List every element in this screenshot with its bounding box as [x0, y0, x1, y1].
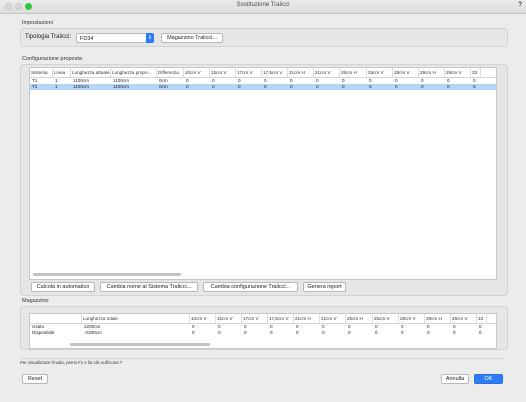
config-row[interactable]: T2 1 1100cm 1100cm 0cm 0 0 0 0 0 0 0 0 0 0 0 0	[30, 84, 496, 90]
warehouse-cell: 0	[401, 330, 404, 335]
config-column-header[interactable]: 17cm V	[236, 68, 262, 77]
rename-system-button[interactable]: Cambia nome al Sistema Tralicci...	[100, 282, 198, 292]
warehouse-cell: 0	[479, 330, 482, 335]
warehouse-column-header[interactable]: 33	[477, 314, 487, 323]
config-cell: 0	[421, 84, 424, 89]
config-column-header[interactable]: Differenza	[157, 68, 184, 77]
config-column-header[interactable]: 25cm H	[340, 68, 367, 77]
window-title: Sostituzione Tralicci	[236, 2, 290, 8]
change-config-button[interactable]: Cambia configurazione Tralicci...	[203, 282, 298, 292]
generate-report-button[interactable]: Genera report	[303, 282, 346, 292]
warehouse-column-header[interactable]: 29cm H	[425, 314, 451, 323]
chevron-updown-icon: ⇕	[146, 33, 154, 43]
config-column-header[interactable]: 29cm V	[445, 68, 471, 77]
warehouse-cell: 0	[427, 330, 430, 335]
reset-button[interactable]: Reset	[22, 374, 48, 384]
config-cell: T2	[32, 84, 38, 89]
warehouse-column-header[interactable]: 25cm V	[373, 314, 399, 323]
warehouse-column-header[interactable]: 21cm H	[294, 314, 320, 323]
config-column-header[interactable]: 21cm H	[288, 68, 314, 77]
warehouse-cell: 0	[218, 330, 221, 335]
config-column-header[interactable]: 25cm V	[367, 68, 393, 77]
warehouse-cell: 0	[270, 330, 273, 335]
warehouse-row[interactable]: Disponibile -2200cm 0 0 0 0 0 0 0 0 0 0 0 0	[30, 330, 496, 336]
config-section-label: Configurazione proposta	[22, 56, 82, 62]
warehouse-column-header[interactable]: 21cm V	[320, 314, 346, 323]
warehouse-cell: 0	[453, 330, 456, 335]
config-cell: 0	[212, 84, 215, 89]
warehouse-table[interactable]: Lunghezza totale 10cm V 15cm V 17cm V 17,5cm…	[29, 313, 497, 349]
config-column-header[interactable]: 21cm V	[314, 68, 340, 77]
config-cell: 0	[342, 84, 345, 89]
config-cell: 0	[369, 84, 372, 89]
warehouse-cell: Disponibile	[32, 330, 55, 335]
warehouse-cell: -2200cm	[84, 330, 102, 335]
config-column-header[interactable]: 33	[471, 68, 481, 77]
config-table-scrollbar[interactable]	[33, 273, 181, 276]
config-column-header[interactable]: 29cm H	[419, 68, 445, 77]
warehouse-cell: 0	[296, 330, 299, 335]
config-column-header[interactable]: Lunghezza propo...	[111, 68, 157, 77]
warehouse-column-header[interactable]: 10cm V	[190, 314, 216, 323]
config-cell: 1100cm	[113, 84, 130, 89]
window-titlebar: Sostituzione Tralicci ?	[0, 0, 526, 14]
config-cell: 0	[316, 84, 319, 89]
warehouse-section-label: Magazzino	[22, 298, 49, 304]
config-column-header[interactable]: 15cm V	[210, 68, 236, 77]
cancel-button[interactable]: Annulla	[441, 374, 469, 384]
config-cell: 1100cm	[73, 84, 90, 89]
settings-group: Tipologia Tralicci: FD34 ⇕ Magazzino Tra…	[20, 28, 508, 47]
config-cell: 0	[238, 84, 241, 89]
config-cell: 0	[290, 84, 293, 89]
type-label: Tipologia Tralicci:	[25, 34, 72, 40]
config-cell: 1	[55, 84, 58, 89]
config-column-header[interactable]: Lunghezza attuale	[71, 68, 111, 77]
type-select[interactable]: FD34 ⇕	[76, 33, 154, 43]
warehouse-column-header[interactable]: 17cm V	[242, 314, 268, 323]
warehouse-column-header[interactable]: 17,5cm V	[268, 314, 294, 323]
config-cell: 0	[395, 84, 398, 89]
warehouse-column-header[interactable]: 28cm V	[399, 314, 425, 323]
status-text: Per visualizzare l'inudo, premi F1 e fai…	[20, 358, 504, 367]
warehouse-table-scrollbar[interactable]	[70, 343, 210, 346]
warehouse-column-header[interactable]: Lunghezza totale	[82, 314, 190, 323]
ok-button[interactable]: OK	[474, 374, 503, 384]
warehouse-cell: 0	[322, 330, 325, 335]
config-table-header: Sistema Linea Lunghezza attuale Lunghezza p…	[30, 68, 496, 78]
warehouse-column-header[interactable]: 15cm V	[216, 314, 242, 323]
help-icon[interactable]: ?	[518, 2, 522, 8]
warehouse-cell: 0	[244, 330, 247, 335]
warehouse-group: Lunghezza totale 10cm V 15cm V 17cm V 17,5cm…	[20, 306, 508, 350]
config-table[interactable]: Sistema Linea Lunghezza attuale Lunghezza p…	[29, 67, 497, 280]
settings-section-label: Impostazioni	[22, 20, 53, 26]
warehouse-cell: 0	[348, 330, 351, 335]
auto-calculate-button[interactable]: Calcola in automatico	[31, 282, 95, 292]
warehouse-column-header[interactable]: 29cm V	[451, 314, 477, 323]
config-column-header[interactable]: Sistema	[30, 68, 53, 77]
config-column-header[interactable]: Linea	[53, 68, 71, 77]
warehouse-cell: 0	[375, 330, 378, 335]
warehouse-column-header[interactable]: 25cm H	[346, 314, 373, 323]
config-column-header[interactable]: 17,5cm V	[262, 68, 288, 77]
warehouse-column-header[interactable]	[30, 314, 82, 323]
type-select-value: FD34	[80, 36, 94, 42]
config-cell: 0	[447, 84, 450, 89]
config-cell: 0	[264, 84, 267, 89]
config-cell: 0cm	[159, 84, 168, 89]
config-column-header[interactable]: 10cm V	[184, 68, 210, 77]
warehouse-table-header: Lunghezza totale 10cm V 15cm V 17cm V 17,5cm…	[30, 314, 496, 324]
config-group: Sistema Linea Lunghezza attuale Lunghezza p…	[20, 64, 508, 296]
warehouse-cell: 0	[192, 330, 195, 335]
store-button[interactable]: Magazzino Tralicci...	[161, 33, 223, 43]
config-cell: 0	[186, 84, 189, 89]
config-cell: 0	[473, 84, 476, 89]
config-column-header[interactable]: 28cm V	[393, 68, 419, 77]
